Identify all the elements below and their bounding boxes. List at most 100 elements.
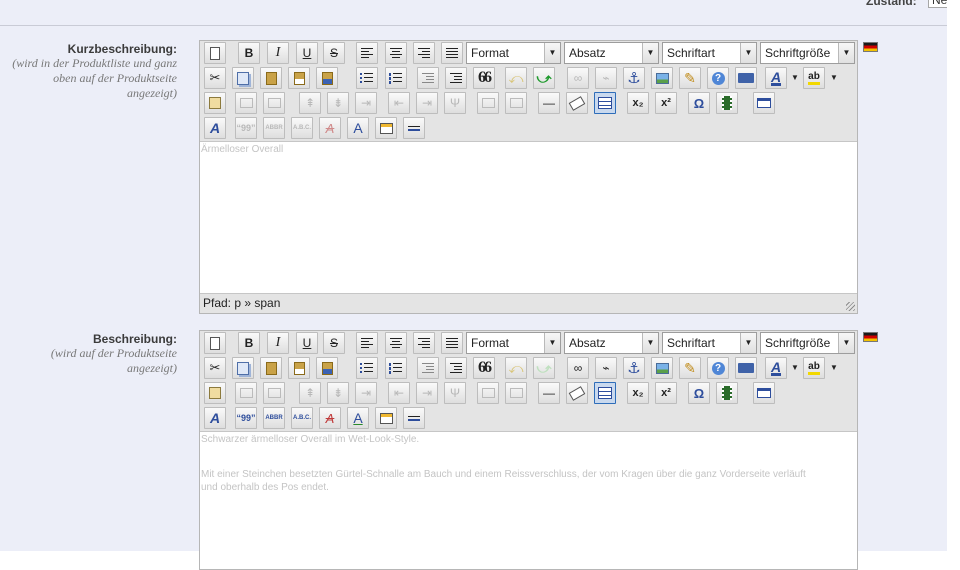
nonbreaking-button[interactable] <box>403 117 425 139</box>
subscript-button[interactable]: x₂ <box>627 92 649 114</box>
superscript-button[interactable]: x² <box>655 382 677 404</box>
new-document-button[interactable] <box>204 42 226 64</box>
insert-layer-button[interactable] <box>753 382 775 404</box>
subscript-button[interactable]: x₂ <box>627 382 649 404</box>
paste-button[interactable] <box>260 357 282 379</box>
font-size-select[interactable]: Schriftgröße ▼ <box>760 332 855 354</box>
paste-text-button[interactable] <box>288 67 310 89</box>
bold-button[interactable]: B <box>238 332 260 354</box>
paste-word-button[interactable] <box>316 67 338 89</box>
blockquote-button[interactable]: 66 <box>473 357 495 379</box>
deletion-button[interactable]: A <box>319 407 341 429</box>
edit-css-style-button[interactable] <box>204 92 226 114</box>
merge-cells-button[interactable] <box>505 92 527 114</box>
underline-button[interactable]: U <box>296 42 318 64</box>
delete-col-button[interactable]: Ψ <box>444 92 466 114</box>
insert-row-after-button[interactable]: ⇟ <box>327 92 349 114</box>
delete-row-button[interactable]: ⇥ <box>355 382 377 404</box>
bold-button[interactable]: B <box>238 42 260 64</box>
format-select[interactable]: Format ▼ <box>466 42 561 64</box>
insert-layer-button[interactable] <box>753 92 775 114</box>
paragraph-select[interactable]: Absatz ▼ <box>564 332 659 354</box>
justify-button[interactable] <box>441 42 463 64</box>
edit-css-style-button[interactable] <box>204 382 226 404</box>
cleanup-button[interactable]: ✎ <box>679 67 701 89</box>
table-row-props-button[interactable] <box>235 382 257 404</box>
html-source-button[interactable] <box>735 67 757 89</box>
cut-button[interactable]: ✂ <box>204 67 226 89</box>
bullet-list-button[interactable] <box>356 357 378 379</box>
highlight-color-dropdown[interactable]: ▼ <box>828 357 840 379</box>
insert-col-before-button[interactable]: ⇤ <box>388 92 410 114</box>
indent-button[interactable] <box>445 67 467 89</box>
strikethrough-button[interactable]: S <box>323 332 345 354</box>
media-button[interactable] <box>716 382 738 404</box>
font-select[interactable]: Schriftart ▼ <box>662 42 757 64</box>
abbreviation-button[interactable]: ABBR <box>263 117 285 139</box>
media-button[interactable] <box>716 92 738 114</box>
insert-link-button[interactable]: ∞ <box>567 67 589 89</box>
align-center-button[interactable] <box>385 332 407 354</box>
undo-button[interactable]: ⤺ <box>505 357 527 379</box>
insert-table-button[interactable] <box>594 382 616 404</box>
style-props-button[interactable]: A <box>204 407 226 429</box>
help-button[interactable]: ? <box>707 357 729 379</box>
align-left-button[interactable] <box>356 42 378 64</box>
redo-button[interactable]: ⤻ <box>533 357 555 379</box>
insert-row-before-button[interactable]: ⇞ <box>299 382 321 404</box>
anchor-button[interactable]: ⚓ <box>623 357 645 379</box>
text-color-dropdown[interactable]: ▼ <box>789 67 801 89</box>
editor-content-area[interactable]: Schwarzer ärmelloser Overall im Wet-Look… <box>200 432 857 563</box>
font-size-select[interactable]: Schriftgröße ▼ <box>760 42 855 64</box>
insert-table-button[interactable] <box>594 92 616 114</box>
insert-row-after-button[interactable]: ⇟ <box>327 382 349 404</box>
format-select[interactable]: Format ▼ <box>466 332 561 354</box>
horizontal-rule-button[interactable]: — <box>538 92 560 114</box>
merge-cells-button[interactable] <box>505 382 527 404</box>
align-center-button[interactable] <box>385 42 407 64</box>
outdent-button[interactable] <box>417 67 439 89</box>
horizontal-rule-button[interactable]: — <box>538 382 560 404</box>
remove-format-button[interactable] <box>566 382 588 404</box>
insertion-button[interactable]: A <box>347 117 369 139</box>
split-cells-button[interactable] <box>477 92 499 114</box>
undo-button[interactable]: ⤺ <box>505 67 527 89</box>
table-row-props-button[interactable] <box>235 92 257 114</box>
nonbreaking-button[interactable] <box>403 407 425 429</box>
text-color-button[interactable]: A <box>765 67 787 89</box>
delete-col-button[interactable]: Ψ <box>444 382 466 404</box>
attributes-button[interactable] <box>375 407 397 429</box>
numbered-list-button[interactable] <box>385 357 407 379</box>
help-button[interactable]: ? <box>707 67 729 89</box>
acronym-button[interactable]: A.B.C. <box>291 117 313 139</box>
html-source-button[interactable] <box>735 357 757 379</box>
align-right-button[interactable] <box>413 42 435 64</box>
table-cell-props-button[interactable] <box>263 92 285 114</box>
image-button[interactable] <box>651 67 673 89</box>
underline-button[interactable]: U <box>296 332 318 354</box>
anchor-button[interactable]: ⚓ <box>623 67 645 89</box>
cleanup-button[interactable]: ✎ <box>679 357 701 379</box>
paste-button[interactable] <box>260 67 282 89</box>
deletion-button[interactable]: A <box>319 117 341 139</box>
highlight-color-button[interactable]: ab <box>803 357 825 379</box>
insertion-button[interactable]: A <box>347 407 369 429</box>
numbered-list-button[interactable] <box>385 67 407 89</box>
cut-button[interactable]: ✂ <box>204 357 226 379</box>
redo-button[interactable]: ⤻ <box>533 67 555 89</box>
delete-row-button[interactable]: ⇥ <box>355 92 377 114</box>
paragraph-select[interactable]: Absatz ▼ <box>564 42 659 64</box>
image-button[interactable] <box>651 357 673 379</box>
table-cell-props-button[interactable] <box>263 382 285 404</box>
resize-grip-icon[interactable] <box>846 302 855 311</box>
paste-word-button[interactable] <box>316 357 338 379</box>
italic-button[interactable]: I <box>267 332 289 354</box>
align-right-button[interactable] <box>413 332 435 354</box>
highlight-color-button[interactable]: ab <box>803 67 825 89</box>
special-char-button[interactable]: Ω <box>688 92 710 114</box>
paste-text-button[interactable] <box>288 357 310 379</box>
remove-format-button[interactable] <box>566 92 588 114</box>
blockquote-button[interactable]: 66 <box>473 67 495 89</box>
indent-button[interactable] <box>445 357 467 379</box>
align-left-button[interactable] <box>356 332 378 354</box>
